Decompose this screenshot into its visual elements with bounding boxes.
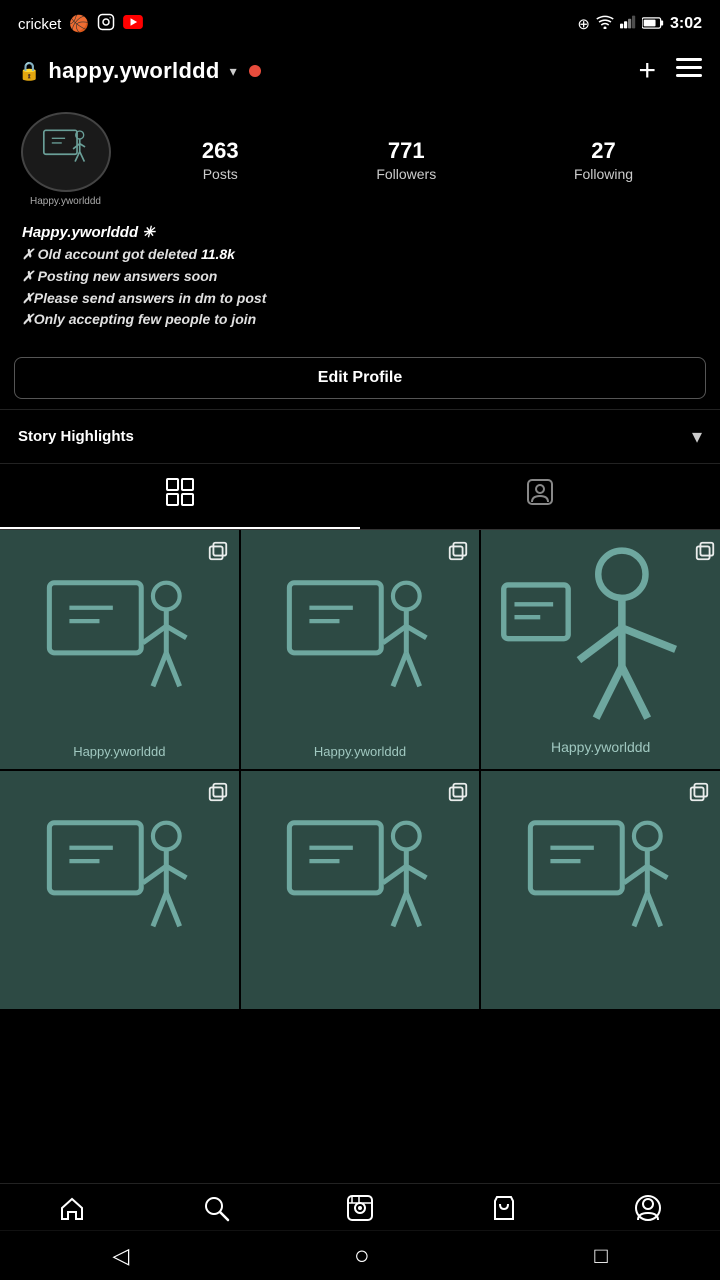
instagram-icon: [97, 13, 115, 36]
status-left: cricket 🏀: [18, 13, 143, 36]
carrier-text: cricket: [18, 16, 61, 33]
multipost-icon-5: [447, 781, 469, 809]
profile-info-row: Happy.yworlddd 263 Posts 771 Followers 2…: [18, 112, 702, 207]
recent-apps-button[interactable]: □: [594, 1243, 607, 1269]
post-watermark-2: Happy.yworlddd: [241, 744, 480, 759]
tab-tagged[interactable]: [360, 464, 720, 529]
time-display: 3:02: [670, 15, 702, 33]
story-highlights-label: Story Highlights: [18, 428, 134, 445]
bottom-nav: [0, 1183, 720, 1230]
lock-icon: 🔒: [18, 61, 40, 82]
multipost-icon-6: [688, 781, 710, 809]
nba-icon: 🏀: [69, 14, 89, 34]
post-item-5[interactable]: [241, 771, 480, 1010]
tab-grid[interactable]: [0, 464, 360, 529]
bio-line-2: ✗ Posting new answers soon: [22, 266, 698, 288]
chevron-down-icon: ▾: [692, 424, 702, 449]
story-highlights-section[interactable]: Story Highlights ▾: [0, 409, 720, 464]
app-header: 🔒 happy.yworlddd ▾ +: [0, 44, 720, 98]
post-item-6[interactable]: [481, 771, 720, 1010]
followers-count: 771: [388, 138, 425, 164]
nav-shop[interactable]: [490, 1194, 518, 1222]
posts-count: 263: [202, 138, 239, 164]
posts-label: Posts: [203, 166, 238, 182]
signal-icon: [620, 15, 636, 33]
tagged-icon: [526, 478, 554, 513]
post-watermark-1: Happy.yworlddd: [0, 744, 239, 759]
back-button[interactable]: ◁: [112, 1243, 129, 1269]
username-text: happy.yworlddd: [48, 58, 219, 84]
post-item-4[interactable]: [0, 771, 239, 1010]
bio-name: Happy.yworlddd ✳: [22, 221, 698, 244]
grid-icon: [166, 478, 194, 513]
status-right: ⊕: [577, 15, 702, 33]
battery-icon: [642, 16, 664, 33]
nav-home[interactable]: [58, 1194, 86, 1222]
youtube-icon: [123, 15, 143, 34]
dropdown-arrow-icon[interactable]: ▾: [230, 63, 237, 80]
status-bar: cricket 🏀 ⊕: [0, 0, 720, 44]
posts-grid: Happy.yworlddd Happy.yworlddd: [0, 530, 720, 1009]
post-watermark-3: Happy.yworlddd: [481, 739, 720, 755]
nav-profile[interactable]: [634, 1194, 662, 1222]
header-left: 🔒 happy.yworlddd ▾: [18, 58, 261, 84]
header-right: +: [638, 54, 702, 88]
home-button[interactable]: ○: [354, 1240, 370, 1271]
profile-section: Happy.yworlddd 263 Posts 771 Followers 2…: [0, 98, 720, 341]
notification-dot: [249, 65, 261, 77]
following-label: Following: [574, 166, 633, 182]
bio-line-3: ✗Please send answers in dm to post: [22, 288, 698, 310]
stats-row: 263 Posts 771 Followers 27 Following: [133, 138, 702, 182]
followers-label: Followers: [376, 166, 436, 182]
post-item-3[interactable]: Happy.yworlddd: [481, 530, 720, 769]
avatar-container[interactable]: Happy.yworlddd: [18, 112, 113, 207]
multipost-icon-4: [207, 781, 229, 809]
bio-section: Happy.yworlddd ✳ ✗ Old account got delet…: [18, 221, 702, 331]
bio-line-4: ✗Only accepting few people to join: [22, 309, 698, 331]
followers-stat[interactable]: 771 Followers: [376, 138, 436, 182]
avatar: [21, 112, 111, 192]
multipost-icon-3: [694, 540, 716, 568]
add-post-button[interactable]: +: [638, 54, 656, 88]
nav-search[interactable]: [202, 1194, 230, 1222]
multipost-icon-2: [447, 540, 469, 568]
following-stat[interactable]: 27 Following: [574, 138, 633, 182]
multipost-icon-1: [207, 540, 229, 568]
nav-reels[interactable]: [346, 1194, 374, 1222]
wifi-icon: [596, 15, 614, 33]
edit-profile-button[interactable]: Edit Profile: [14, 357, 706, 399]
android-nav: ◁ ○ □: [0, 1230, 720, 1280]
posts-stat: 263 Posts: [202, 138, 239, 182]
post-item-2[interactable]: Happy.yworlddd: [241, 530, 480, 769]
bio-line-1: ✗ Old account got deleted 11.8k: [22, 244, 698, 266]
post-item-1[interactable]: Happy.yworlddd: [0, 530, 239, 769]
menu-button[interactable]: [676, 58, 702, 84]
avatar-label: Happy.yworlddd: [30, 196, 101, 207]
circle-plus-icon: ⊕: [577, 15, 590, 33]
content-tabs: [0, 464, 720, 530]
following-count: 27: [591, 138, 615, 164]
